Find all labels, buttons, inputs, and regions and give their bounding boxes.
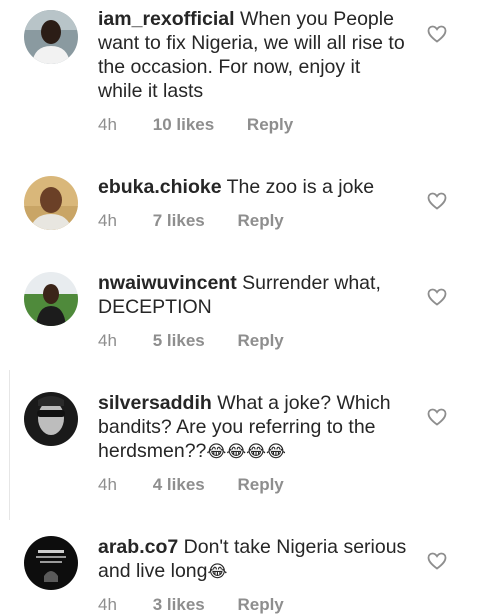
comment-time: 4h (98, 331, 117, 350)
avatar-image (24, 536, 78, 590)
comment-time: 4h (98, 475, 117, 494)
comment-time: 4h (98, 211, 117, 230)
heart-icon[interactable] (427, 408, 447, 426)
reply-button[interactable]: Reply (237, 595, 283, 615)
comment-body: The zoo is a joke (226, 176, 375, 198)
reply-button[interactable]: Reply (247, 115, 293, 135)
reply-button[interactable]: Reply (237, 211, 283, 231)
comment-text: ebuka.chioke The zoo is a joke (98, 175, 410, 199)
comment-text: nwaiwuvincent Surrender what, DECEPTION (98, 271, 410, 319)
comment-likes[interactable]: 7 likes (153, 211, 205, 231)
avatar[interactable] (24, 392, 78, 446)
comment-username[interactable]: arab.co7 (98, 536, 178, 558)
comment-meta: 4h 4 likes Reply (98, 475, 284, 495)
comment-likes[interactable]: 10 likes (153, 115, 214, 135)
avatar-image (24, 10, 78, 64)
comment-username[interactable]: iam_rexofficial (98, 8, 235, 30)
comment-text: iam_rexofficial When you People want to … (98, 7, 410, 103)
avatar-image (24, 392, 78, 446)
avatar-image (24, 272, 78, 326)
left-edge-divider (9, 370, 10, 520)
comment-likes[interactable]: 5 likes (153, 331, 205, 351)
avatar[interactable] (24, 10, 78, 64)
heart-icon[interactable] (427, 288, 447, 306)
comment-meta: 4h 5 likes Reply (98, 331, 284, 351)
heart-icon[interactable] (427, 25, 447, 43)
avatar-image (24, 176, 78, 230)
comment-time: 4h (98, 115, 117, 134)
comment-text: arab.co7 Don't take Nigeria serious and … (98, 535, 410, 584)
comment-text: silversaddih What a joke? Which bandits?… (98, 391, 410, 464)
reply-button[interactable]: Reply (237, 475, 283, 495)
avatar[interactable] (24, 536, 78, 590)
comment-meta: 4h 3 likes Reply (98, 595, 284, 615)
avatar[interactable] (24, 176, 78, 230)
comment-emoji: 😂😂😂😂 (206, 442, 286, 461)
comment-meta: 4h 10 likes Reply (98, 115, 293, 135)
comment-username[interactable]: ebuka.chioke (98, 176, 222, 198)
avatar[interactable] (24, 272, 78, 326)
comment-emoji: 😂 (207, 562, 228, 581)
heart-icon[interactable] (427, 192, 447, 210)
comment-meta: 4h 7 likes Reply (98, 211, 284, 231)
comment-username[interactable]: nwaiwuvincent (98, 272, 237, 294)
comment-time: 4h (98, 595, 117, 614)
comment-likes[interactable]: 3 likes (153, 595, 205, 615)
comment-likes[interactable]: 4 likes (153, 475, 205, 495)
comment-username[interactable]: silversaddih (98, 392, 212, 414)
heart-icon[interactable] (427, 552, 447, 570)
reply-button[interactable]: Reply (237, 331, 283, 351)
